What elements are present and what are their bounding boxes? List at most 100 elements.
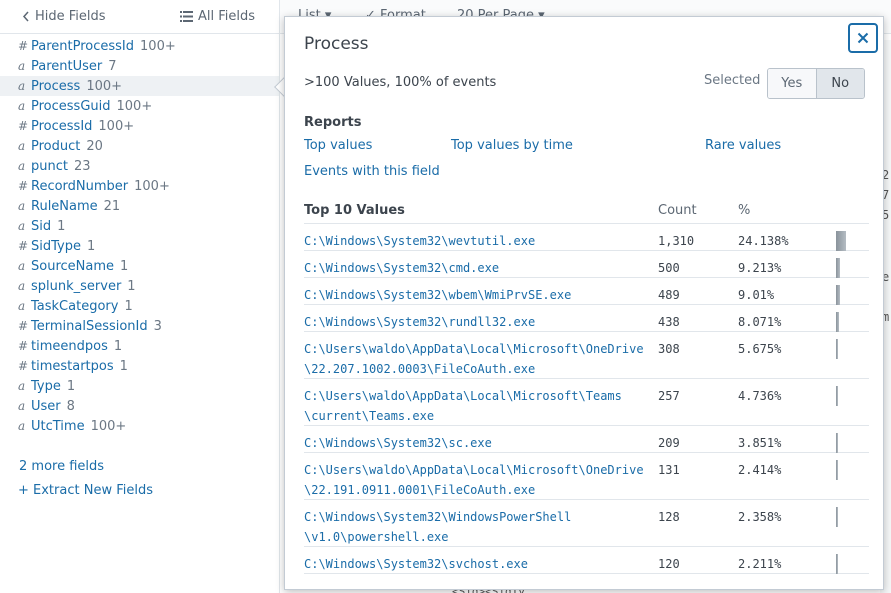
selected-yes-button[interactable]: Yes bbox=[768, 69, 816, 98]
top-value-link[interactable]: C:\Windows\System32\cmd.exe bbox=[304, 258, 654, 278]
hide-fields-button[interactable]: Hide Fields bbox=[22, 9, 106, 24]
numeric-type-icon: # bbox=[18, 239, 29, 253]
field-name[interactable]: Type bbox=[31, 379, 61, 394]
field-name[interactable]: ParentUser bbox=[31, 59, 102, 74]
field-name[interactable]: SidType bbox=[31, 239, 81, 254]
field-item[interactable]: a Product 20 bbox=[0, 136, 279, 156]
field-count: 3 bbox=[153, 318, 162, 334]
field-name[interactable]: punct bbox=[31, 159, 68, 174]
top-value-link[interactable]: C:\Windows\System32\rundll32.exe bbox=[304, 312, 654, 332]
top-value-bar-track bbox=[836, 507, 848, 527]
field-item[interactable]: a splunk_server 1 bbox=[0, 276, 279, 296]
field-item[interactable]: a SourceName 1 bbox=[0, 256, 279, 276]
field-name[interactable]: RecordNumber bbox=[31, 179, 128, 194]
top-value-link[interactable]: C:\Windows\System32\wevtutil.exe bbox=[304, 231, 654, 251]
field-count: 100+ bbox=[86, 78, 123, 94]
selected-no-button[interactable]: No bbox=[815, 69, 864, 98]
string-type-icon: a bbox=[18, 59, 26, 73]
top-value-percent: 9.01% bbox=[738, 288, 775, 302]
field-item[interactable]: a Sid 1 bbox=[0, 216, 279, 236]
top-value-link[interactable]: C:\Users\waldo\AppData\Local\Microsoft\O… bbox=[304, 339, 654, 379]
top-value-link[interactable]: C:\Windows\System32\svchost.exe bbox=[304, 554, 654, 574]
top-value-bar-track bbox=[836, 258, 848, 278]
field-name[interactable]: Process bbox=[31, 79, 80, 94]
field-item[interactable]: a ParentUser 7 bbox=[0, 56, 279, 76]
field-name[interactable]: User bbox=[31, 399, 61, 414]
rare-values-link[interactable]: Rare values bbox=[705, 138, 781, 153]
more-fields-link[interactable]: 2 more fields bbox=[19, 459, 104, 474]
top-value-count: 308 bbox=[658, 342, 680, 356]
top-value-row: C:\Users\waldo\AppData\Local\Microsoft\O… bbox=[304, 332, 869, 379]
sidebar-header: Hide Fields All Fields bbox=[0, 0, 279, 34]
top-value-bar-track bbox=[836, 312, 848, 332]
close-button[interactable] bbox=[848, 23, 878, 53]
field-name[interactable]: timeendpos bbox=[31, 339, 108, 354]
field-name[interactable]: splunk_server bbox=[31, 279, 121, 294]
top-value-bar bbox=[836, 386, 838, 406]
field-item[interactable]: # TerminalSessionId 3 bbox=[0, 316, 279, 336]
field-count: 100+ bbox=[134, 178, 170, 194]
field-count: 8 bbox=[66, 398, 75, 414]
field-item[interactable]: a Type 1 bbox=[0, 376, 279, 396]
top-value-link[interactable]: C:\Users\waldo\AppData\Local\Microsoft\O… bbox=[304, 460, 654, 500]
string-type-icon: a bbox=[18, 419, 26, 433]
top-value-row: C:\Windows\System32\rundll32.exe 438 8.071… bbox=[304, 305, 869, 332]
field-item[interactable]: a Process 100+ bbox=[0, 76, 279, 96]
field-item[interactable]: a TaskCategory 1 bbox=[0, 296, 279, 316]
extract-new-fields-link[interactable]: + Extract New Fields bbox=[18, 483, 153, 498]
field-item[interactable]: # RecordNumber 100+ bbox=[0, 176, 279, 196]
field-count: 7 bbox=[108, 58, 117, 74]
top-value-link[interactable]: C:\Windows\System32\WindowsPowerShell \v… bbox=[304, 507, 654, 547]
field-name[interactable]: Sid bbox=[31, 219, 51, 234]
chevron-left-icon bbox=[22, 11, 29, 22]
numeric-type-icon: # bbox=[18, 339, 29, 353]
top-value-link[interactable]: C:\Windows\System32\sc.exe bbox=[304, 433, 654, 453]
string-type-icon: a bbox=[18, 159, 26, 173]
all-fields-button[interactable]: All Fields bbox=[179, 9, 255, 24]
top-value-percent: 4.736% bbox=[738, 389, 782, 403]
field-name[interactable]: timestartpos bbox=[31, 359, 114, 374]
field-item[interactable]: a User 8 bbox=[0, 396, 279, 416]
top-value-bar bbox=[836, 258, 840, 278]
field-item[interactable]: a punct 23 bbox=[0, 156, 279, 176]
field-item[interactable]: # timestartpos 1 bbox=[0, 356, 279, 376]
field-name[interactable]: SourceName bbox=[31, 259, 114, 274]
field-item[interactable]: # ProcessId 100+ bbox=[0, 116, 279, 136]
string-type-icon: a bbox=[18, 79, 26, 93]
col-percent: % bbox=[738, 203, 751, 218]
events-with-field-link[interactable]: Events with this field bbox=[304, 164, 440, 179]
field-count: 1 bbox=[127, 278, 136, 294]
top-value-row: C:\Windows\System32\wevtutil.exe 1,310 24.… bbox=[304, 224, 869, 251]
top-value-count: 1,310 bbox=[658, 234, 695, 248]
field-item[interactable]: # ParentProcessId 100+ bbox=[0, 36, 279, 56]
top-value-row: C:\Windows\System32\WindowsPowerShell \v… bbox=[304, 500, 869, 547]
field-name[interactable]: Product bbox=[31, 139, 80, 154]
field-item[interactable]: a ProcessGuid 100+ bbox=[0, 96, 279, 116]
top-value-bar-track bbox=[836, 386, 848, 406]
field-item[interactable]: # timeendpos 1 bbox=[0, 336, 279, 356]
field-item[interactable]: a UtcTime 100+ bbox=[0, 416, 279, 436]
field-name[interactable]: UtcTime bbox=[31, 419, 85, 434]
top-value-link[interactable]: C:\Users\waldo\AppData\Local\Microsoft\T… bbox=[304, 386, 654, 426]
top-value-count: 438 bbox=[658, 315, 680, 329]
top-value-percent: 2.414% bbox=[738, 463, 782, 477]
field-count: 1 bbox=[120, 258, 129, 274]
field-name[interactable]: TerminalSessionId bbox=[31, 319, 148, 334]
field-name[interactable]: RuleName bbox=[31, 199, 98, 214]
field-name[interactable]: ProcessGuid bbox=[31, 99, 111, 114]
numeric-type-icon: # bbox=[18, 119, 29, 133]
top-value-percent: 2.211% bbox=[738, 557, 782, 571]
top-values-link[interactable]: Top values bbox=[304, 138, 372, 153]
top-value-link[interactable]: C:\Windows\System32\wbem\WmiPrvSE.exe bbox=[304, 285, 654, 305]
top-values-header: Top 10 Values Count % bbox=[304, 203, 864, 223]
string-type-icon: a bbox=[18, 219, 26, 233]
field-name[interactable]: ProcessId bbox=[31, 119, 92, 134]
numeric-type-icon: # bbox=[18, 319, 29, 333]
field-item[interactable]: a RuleName 21 bbox=[0, 196, 279, 216]
field-name[interactable]: TaskCategory bbox=[31, 299, 118, 314]
field-name[interactable]: ParentProcessId bbox=[31, 39, 134, 54]
field-count: 23 bbox=[73, 158, 91, 174]
top-values-by-time-link[interactable]: Top values by time bbox=[451, 138, 573, 153]
string-type-icon: a bbox=[18, 299, 26, 313]
field-item[interactable]: # SidType 1 bbox=[0, 236, 279, 256]
